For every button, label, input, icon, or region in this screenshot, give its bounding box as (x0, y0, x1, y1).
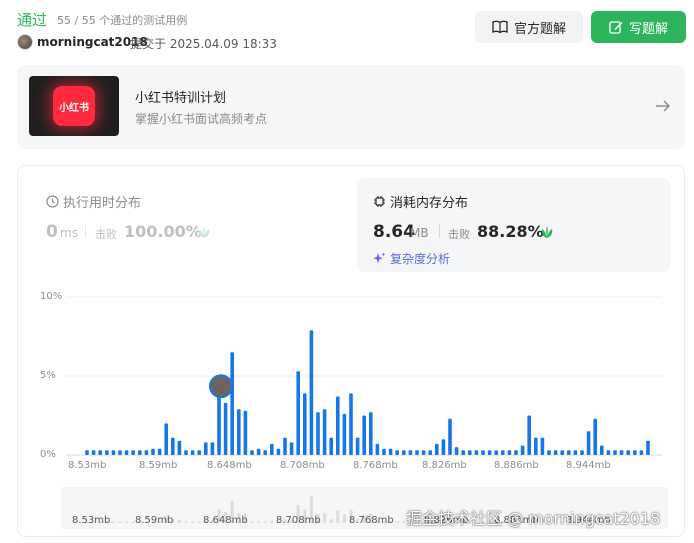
mini-chart-bar (342, 514, 346, 523)
mini-chart-bar (197, 521, 201, 523)
mini-chart-bar (257, 521, 261, 523)
mini-chart-bar (111, 521, 115, 523)
mini-tick-label: 8.708mb (276, 515, 321, 526)
mini-chart-bar (250, 521, 254, 523)
watermark: 掘金技术社区 @ morningcat2018 (406, 509, 661, 528)
mini-chart-bar (125, 521, 129, 523)
mini-chart-bar (329, 519, 333, 523)
mini-chart-bar (177, 519, 181, 523)
mini-tick-label: 8.768mb (349, 515, 394, 526)
mini-chart-bar (184, 521, 188, 523)
mini-chart-bar (118, 521, 122, 523)
mini-chart-bar (270, 520, 274, 523)
mini-chart-bar (191, 521, 195, 523)
mini-tick-label: 8.53mb (72, 515, 111, 526)
mini-chart-bar (323, 513, 327, 523)
mini-tick-label: 8.648mb (203, 515, 248, 526)
mini-tick-label: 8.59mb (135, 515, 174, 526)
mini-chart-bar (336, 510, 340, 523)
mini-overview-chart[interactable] (0, 0, 694, 543)
mini-chart-bar (395, 521, 399, 523)
mini-chart-bar (263, 521, 267, 523)
mini-chart-bar (402, 521, 406, 523)
